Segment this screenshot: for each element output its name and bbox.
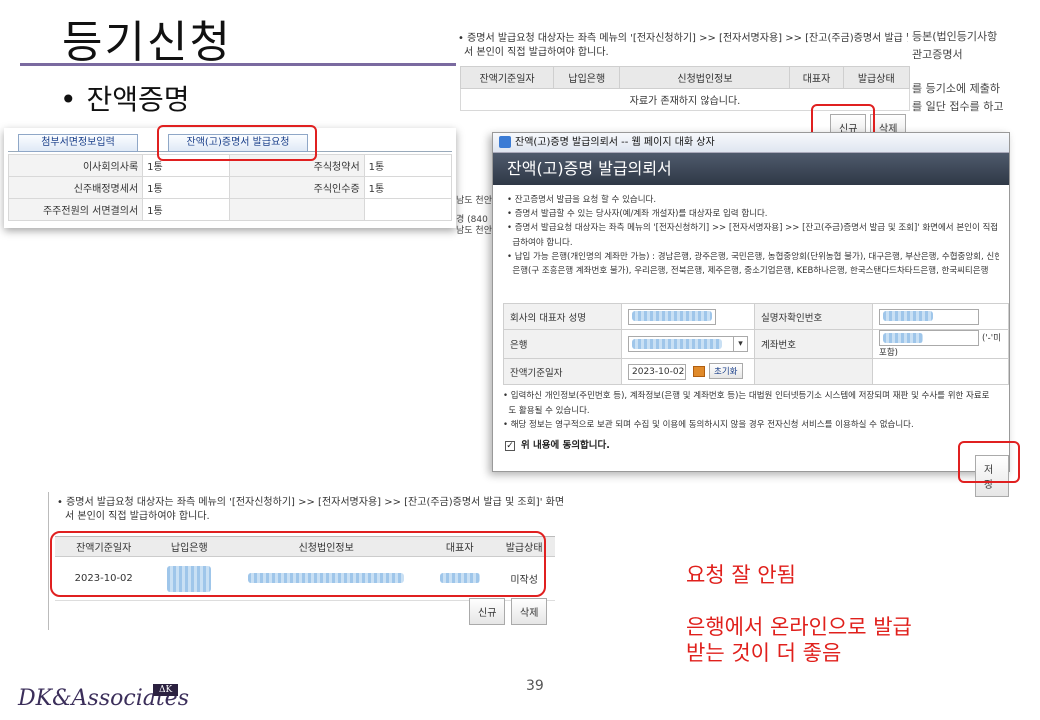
- note-line: • 증명서 발급할 수 있는 당사자(예/계좌 개설자)를 대상자로 입력 합니…: [507, 209, 768, 220]
- form-row: 은행 ▾ 계좌번호 ('-'미포함): [503, 329, 1009, 359]
- bank-cell: ▾: [621, 329, 755, 359]
- title-underline: [20, 63, 460, 66]
- table-row: 주주전원의 서면결의서 1통: [7, 198, 453, 221]
- top-list-note: • 증명서 발급요청 대상자는 좌측 메뉴의 '[전자신청하기] >> [전자서…: [458, 32, 908, 60]
- note-line: • 잔고증명서 발급을 요청 할 수 있습니다.: [507, 195, 657, 205]
- balance-certificate-dialog: 잔액(고)증명 발급의뢰서 -- 웹 페이지 대화 상자 잔액(고)증명 발급의…: [492, 132, 1010, 497]
- note-line: • 입력하신 개인정보(주민번호 등), 계좌정보(은행 및 계좌번호 등)는 …: [503, 391, 990, 401]
- tab-attachment-info[interactable]: 첨부서면정보입력: [18, 134, 138, 152]
- annotation-line: 요청 잘 안됨: [686, 563, 796, 587]
- row-label: [229, 198, 365, 221]
- agree-checkbox[interactable]: ✓: [505, 440, 515, 451]
- account-label: 계좌번호: [754, 329, 873, 359]
- request-form: 회사의 대표자 성명 실명자확인번호 은행 ▾ 계좌번호 ('-'미포함) 잔액…: [503, 303, 1009, 385]
- attachment-table: 이사회의사록 1통 주식청약서 1통 신주배정명세서 1통 주식인수증 1통 주…: [7, 154, 453, 221]
- note-line: 서 본인이 직접 발급하여야 합니다.: [464, 47, 609, 58]
- dialog-header: 잔액(고)증명 발급의뢰서: [493, 153, 1009, 185]
- col-header: 잔액기준일자: [459, 66, 555, 89]
- row-label: 이사회의사록: [7, 154, 144, 177]
- col-header: 발급상태: [842, 66, 911, 89]
- redacted-value: [632, 311, 712, 321]
- row-value: 1통: [142, 176, 231, 199]
- real-name-cell: [872, 303, 1009, 330]
- form-row: 잔액기준일자 2023-10-02 초기화: [503, 358, 1009, 385]
- date-cell: 2023-10-02 초기화: [621, 358, 755, 385]
- top-list-screenshot: • 증명서 발급요청 대상자는 좌측 메뉴의 '[전자신청하기] >> [전자서…: [456, 28, 1010, 141]
- account-input[interactable]: [879, 330, 979, 346]
- annotation-text: 요청 잘 안됨 은행에서 온라인으로 발급 받는 것이 더 좋음: [686, 562, 912, 666]
- note-line: • 증명서 발급요청 대상자는 좌측 메뉴의 '[전자신청하기] >> [전자서…: [507, 223, 999, 234]
- page-number: 39: [526, 678, 544, 694]
- new-button[interactable]: 신규: [469, 598, 506, 625]
- bank-label: 은행: [503, 329, 622, 359]
- note-line: 서 본인이 직접 발급하여야 합니다.: [65, 511, 210, 522]
- form-row: 회사의 대표자 성명 실명자확인번호: [503, 303, 1009, 330]
- delete-button[interactable]: 삭제: [511, 598, 548, 625]
- col-header: 납입은행: [553, 66, 621, 89]
- bullet-dot-icon: •: [60, 83, 77, 116]
- table-row: 신주배정명세서 1통 주식인수증 1통: [7, 176, 453, 199]
- note-line: • 증명서 발급요청 대상자는 좌측 메뉴의 '[전자신청하기] >> [전자서…: [57, 497, 563, 508]
- row-value: 1통: [363, 154, 453, 177]
- redacted-value: [883, 332, 923, 343]
- row-highlight: [50, 531, 546, 597]
- logo-badge: ΔK: [153, 684, 179, 696]
- bottom-list-note: • 증명서 발급요청 대상자는 좌측 메뉴의 '[전자신청하기] >> [전자서…: [57, 496, 563, 524]
- bullet-item: • 잔액증명: [60, 78, 190, 118]
- side-text-line: 경 (840: [456, 215, 488, 225]
- privacy-notes: • 입력하신 개인정보(주민번호 등), 계좌정보(은행 및 계좌번호 등)는 …: [503, 389, 1009, 433]
- background-text: 를 일단 접수를 하고: [912, 100, 1004, 113]
- annotation-line: 은행에서 온라인으로 발급: [686, 615, 912, 639]
- dialog-titlebar: 잔액(고)증명 발급의뢰서 -- 웹 페이지 대화 상자: [493, 133, 1009, 153]
- note-line: • 납입 가능 은행(개인명의 계좌만 가능) : 경남은행, 광주은행, 국민…: [507, 251, 999, 262]
- agree-label: 위 내용에 동의합니다.: [521, 440, 610, 451]
- row-label: 주식인수증: [229, 176, 365, 199]
- company-logo: DK&Associates ΔK: [18, 684, 189, 711]
- date-input[interactable]: 2023-10-02: [628, 363, 686, 380]
- note-line: 은행(구 조흥은행 계좌번호 불가), 우리은행, 전북은행, 제주은행, 중소…: [507, 266, 989, 277]
- rep-name-cell: [621, 303, 755, 330]
- table-header-row: 잔액기준일자 납입은행 신청법인정보 대표자 발급상태: [459, 66, 911, 89]
- row-value: 1통: [363, 176, 453, 199]
- slide-title: 등기신청: [62, 17, 232, 68]
- background-text: 관고증명서: [912, 48, 963, 61]
- note-line: 급하여야 합니다.: [507, 237, 573, 248]
- tab-highlight: [157, 125, 317, 161]
- note-line: • 해당 정보는 영구적으로 보관 되며 수집 및 이용에 동의하시지 않을 경…: [503, 420, 914, 430]
- redacted-value: [632, 338, 722, 349]
- empty-cell: [872, 358, 1009, 385]
- bank-select[interactable]: ▾: [628, 336, 748, 352]
- chevron-down-icon[interactable]: ▾: [733, 337, 747, 351]
- account-cell: ('-'미포함): [872, 329, 1009, 359]
- reset-button[interactable]: 초기화: [709, 363, 743, 380]
- real-name-input[interactable]: [879, 308, 979, 325]
- row-value: 1통: [142, 198, 231, 221]
- save-button-highlight: [958, 441, 1020, 483]
- rep-name-input[interactable]: [628, 308, 716, 325]
- rep-name-label: 회사의 대표자 성명: [503, 303, 622, 330]
- calendar-icon[interactable]: [693, 366, 706, 378]
- row-value: [363, 198, 453, 221]
- date-label: 잔액기준일자: [503, 358, 622, 385]
- agree-row: ✓ 위 내용에 동의합니다.: [505, 437, 610, 451]
- empty-cell: [754, 358, 873, 385]
- redacted-value: [883, 311, 933, 321]
- side-text: 남도 천안 경 (840 남도 천안: [456, 196, 492, 237]
- col-header: 대표자: [789, 66, 844, 89]
- dialog-window-title: 잔액(고)증명 발급의뢰서 -- 웹 페이지 대화 상자: [515, 137, 715, 148]
- ie-icon: [499, 136, 511, 148]
- note-line: 도 활용될 수 있습니다.: [503, 405, 590, 416]
- col-header: 신청법인정보: [619, 66, 791, 89]
- note-line: • 증명서 발급요청 대상자는 좌측 메뉴의 '[전자신청하기] >> [전자서…: [458, 33, 908, 44]
- background-text: 를 등기소에 제출하: [912, 82, 1000, 95]
- row-label: 신주배정명세서: [7, 176, 144, 199]
- side-text-line: 남도 천안: [456, 226, 492, 236]
- dialog-notes: • 잔고증명서 발급을 요청 할 수 있습니다. • 증명서 발급할 수 있는 …: [493, 185, 1009, 278]
- side-text-line: 남도 천안: [456, 196, 492, 206]
- background-text: 등본(법인등기사항: [912, 30, 998, 43]
- row-label: 주주전원의 서면결의서: [7, 198, 144, 221]
- bullet-text: 잔액증명: [86, 83, 190, 116]
- real-name-label: 실명자확인번호: [754, 303, 873, 330]
- annotation-line: 받는 것이 더 좋음: [686, 641, 842, 665]
